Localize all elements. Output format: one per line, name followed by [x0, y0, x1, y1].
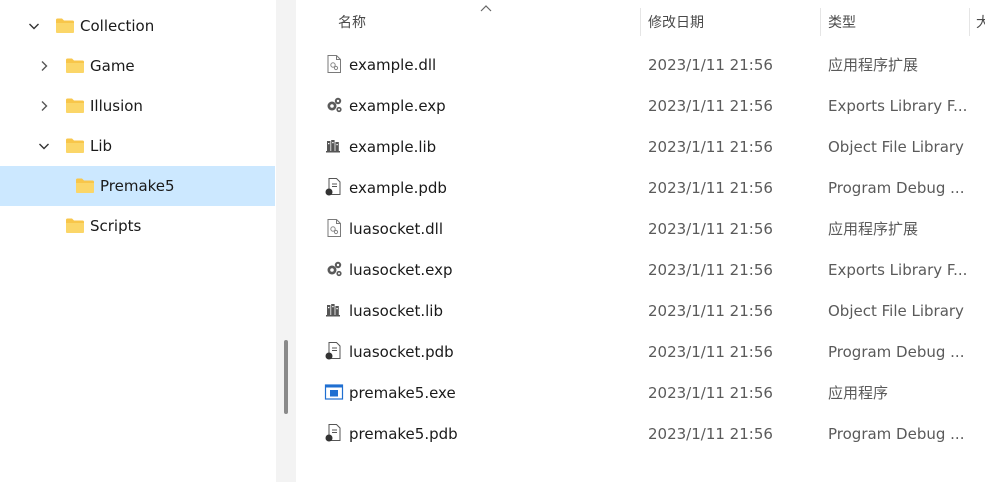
file-modified-date: 2023/1/11 21:56 [648, 138, 773, 156]
file-type: Exports Library F... [828, 97, 968, 115]
folder-icon [65, 217, 85, 234]
column-header-label: 名称 [338, 15, 366, 31]
file-row[interactable]: premake5.pdb 2023/1/11 21:56 Program Debug… [296, 413, 985, 454]
lib-books-icon [324, 300, 344, 320]
exp-gears-icon [324, 259, 344, 279]
exe-window-icon [324, 382, 344, 402]
lib-books-icon [324, 136, 344, 156]
file-type: Program Debug ... [828, 343, 965, 361]
file-name: example.pdb [349, 179, 447, 197]
tree-item-label: Illusion [90, 97, 143, 115]
file-modified-date: 2023/1/11 21:56 [648, 425, 773, 443]
file-name: premake5.exe [349, 384, 456, 402]
file-row[interactable]: luasocket.pdb 2023/1/11 21:56 Program Debu… [296, 331, 985, 372]
file-name: example.lib [349, 138, 437, 156]
tree-item-premake5[interactable]: Premake5 [0, 166, 275, 206]
file-type: 应用程序 [828, 384, 889, 402]
file-modified-date: 2023/1/11 21:56 [648, 261, 773, 279]
sort-ascending-icon [480, 5, 492, 12]
pdb-icon [324, 177, 344, 197]
column-header-size[interactable]: 大 [970, 0, 985, 40]
column-header-label: 大 [976, 15, 985, 31]
file-type: Exports Library F... [828, 261, 968, 279]
pdb-icon [324, 341, 344, 361]
file-name: example.exp [349, 97, 446, 115]
navigation-pane: Collection Game Illusion Lib Premake5 Sc… [0, 0, 276, 482]
file-name: premake5.pdb [349, 425, 458, 443]
folder-icon [65, 97, 85, 114]
file-modified-date: 2023/1/11 21:56 [648, 384, 773, 402]
file-type: Program Debug ... [828, 425, 965, 443]
folder-icon [65, 57, 85, 74]
file-modified-date: 2023/1/11 21:56 [648, 220, 773, 238]
nav-scrollbar-thumb[interactable] [284, 340, 288, 414]
tree-item-scripts[interactable]: Scripts [0, 206, 275, 246]
file-type: Object File Library [828, 138, 964, 156]
file-name: luasocket.lib [349, 302, 443, 320]
chevron-down-icon[interactable] [28, 20, 40, 32]
file-row[interactable]: example.lib 2023/1/11 21:56 Object File Li… [296, 126, 985, 167]
file-row[interactable]: example.dll 2023/1/11 21:56 应用程序扩展 [296, 44, 985, 85]
chevron-right-icon[interactable] [38, 60, 50, 72]
tree-item-collection[interactable]: Collection [0, 6, 275, 46]
tree-item-game[interactable]: Game [0, 46, 275, 86]
file-modified-date: 2023/1/11 21:56 [648, 56, 773, 74]
dll-icon [324, 218, 344, 238]
column-header-type[interactable]: 类型 [821, 0, 969, 40]
chevron-right-icon[interactable] [38, 100, 50, 112]
file-name: luasocket.exp [349, 261, 453, 279]
folder-icon [75, 177, 95, 194]
tree-item-lib[interactable]: Lib [0, 126, 275, 166]
column-header-date[interactable]: 修改日期 [641, 0, 821, 40]
file-name: example.dll [349, 56, 437, 74]
file-list-pane: 名称 修改日期 类型 大 example.dll 2023/1/11 21:56 应… [296, 0, 985, 482]
chevron-down-icon[interactable] [38, 140, 50, 152]
file-type: Program Debug ... [828, 179, 965, 197]
folder-icon [65, 137, 85, 154]
tree-item-label: Game [90, 57, 135, 75]
tree-item-label: Collection [80, 17, 155, 35]
dll-icon [324, 54, 344, 74]
pdb-icon [324, 423, 344, 443]
exp-gears-icon [324, 95, 344, 115]
tree-item-label: Lib [90, 137, 113, 155]
file-row[interactable]: example.exp 2023/1/11 21:56 Exports Librar… [296, 85, 985, 126]
file-name: luasocket.dll [349, 220, 443, 238]
file-type: Object File Library [828, 302, 964, 320]
file-type: 应用程序扩展 [828, 56, 919, 74]
file-modified-date: 2023/1/11 21:56 [648, 343, 773, 361]
file-row[interactable]: example.pdb 2023/1/11 21:56 Program Debug … [296, 167, 985, 208]
file-modified-date: 2023/1/11 21:56 [648, 97, 773, 115]
file-row[interactable]: luasocket.exp 2023/1/11 21:56 Exports Libr… [296, 249, 985, 290]
file-row[interactable]: premake5.exe 2023/1/11 21:56 应用程序 [296, 372, 985, 413]
file-name: luasocket.pdb [349, 343, 454, 361]
column-header-label: 修改日期 [648, 15, 704, 31]
column-header-label: 类型 [828, 15, 856, 31]
file-type: 应用程序扩展 [828, 220, 919, 238]
tree-item-illusion[interactable]: Illusion [0, 86, 275, 126]
file-modified-date: 2023/1/11 21:56 [648, 179, 773, 197]
column-header-name[interactable]: 名称 [296, 0, 640, 40]
tree-item-label: Scripts [90, 217, 142, 235]
tree-item-label: Premake5 [100, 177, 175, 195]
folder-icon [55, 17, 75, 34]
file-modified-date: 2023/1/11 21:56 [648, 302, 773, 320]
file-row[interactable]: luasocket.lib 2023/1/11 21:56 Object File … [296, 290, 985, 331]
file-row[interactable]: luasocket.dll 2023/1/11 21:56 应用程序扩展 [296, 208, 985, 249]
